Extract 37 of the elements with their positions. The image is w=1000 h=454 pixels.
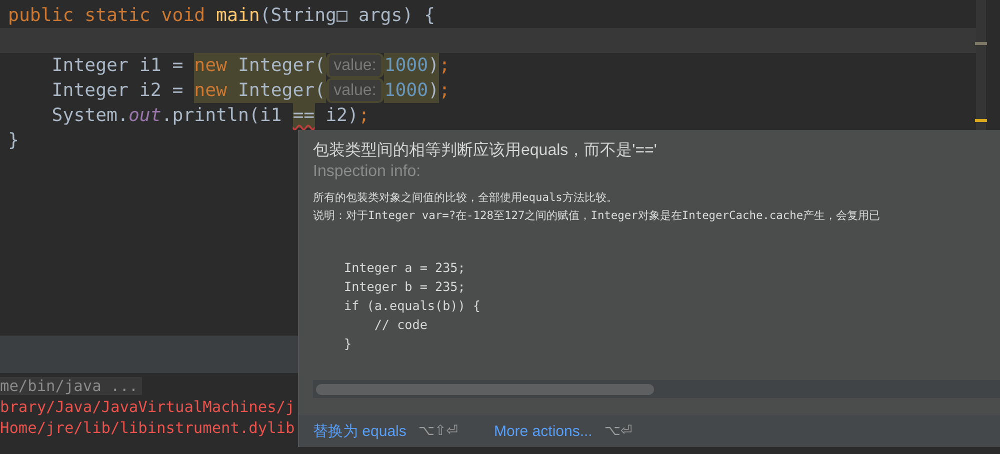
code-token: Integer i1 = [50, 54, 184, 78]
code-sample-line: if (a.equals(b)) { [344, 297, 482, 315]
code-token: out [128, 104, 162, 128]
code-token: ; [439, 54, 450, 78]
parameter-hint: value: [326, 78, 384, 103]
code-token: ) [428, 53, 440, 78]
code-token: (String□ args) { [260, 4, 436, 28]
code-token: ; [358, 104, 370, 128]
code-token: System. [50, 104, 128, 128]
warning-operator: == [292, 103, 315, 128]
code-sample-line: Integer a = 235; [344, 259, 466, 277]
shortcut-hint: ⌥⇧⏎ [418, 423, 458, 439]
description-text: 所有的包装类对象之间值的比较，全部使用equals方法比较。 [313, 190, 618, 206]
code-token: 1000 [384, 53, 428, 78]
code-token: Integer i2 = [50, 79, 184, 103]
description-text: 说明：对于Integer var=?在-128至127之间的赋值，Integer对象是在IntegerCache.cache产生，会复用已 [313, 208, 882, 224]
code-token: main [216, 4, 260, 28]
shortcut-hint: ⌥⏎ [604, 423, 632, 439]
code-token: Integer( [227, 78, 326, 103]
code-sample-line: Integer b = 235; [344, 278, 466, 296]
code-token: public static void [8, 4, 206, 28]
error-output: Home/jre/lib/libinstrument.dylib [0, 419, 295, 437]
code-token: ) [428, 78, 440, 103]
code-token: } [8, 129, 19, 153]
code-token: 1000 [384, 78, 428, 103]
parameter-hint: value: [326, 53, 384, 78]
code-token: i2) [324, 104, 358, 128]
code-token: Integer( [227, 53, 326, 78]
code-token: new [194, 53, 228, 78]
inspection-subtitle: Inspection info: [313, 162, 422, 182]
code-token: ; [439, 79, 450, 103]
error-output: brary/Java/JavaVirtualMachines/j [0, 398, 295, 416]
code-token: .println(i1 [161, 104, 283, 128]
code-sample-line: } [344, 335, 353, 353]
code-sample-line: // code [373, 316, 428, 334]
code-token: new [194, 78, 228, 103]
inspection-title: 包装类型间的相等判断应该用equals，而不是'==' [313, 141, 658, 161]
